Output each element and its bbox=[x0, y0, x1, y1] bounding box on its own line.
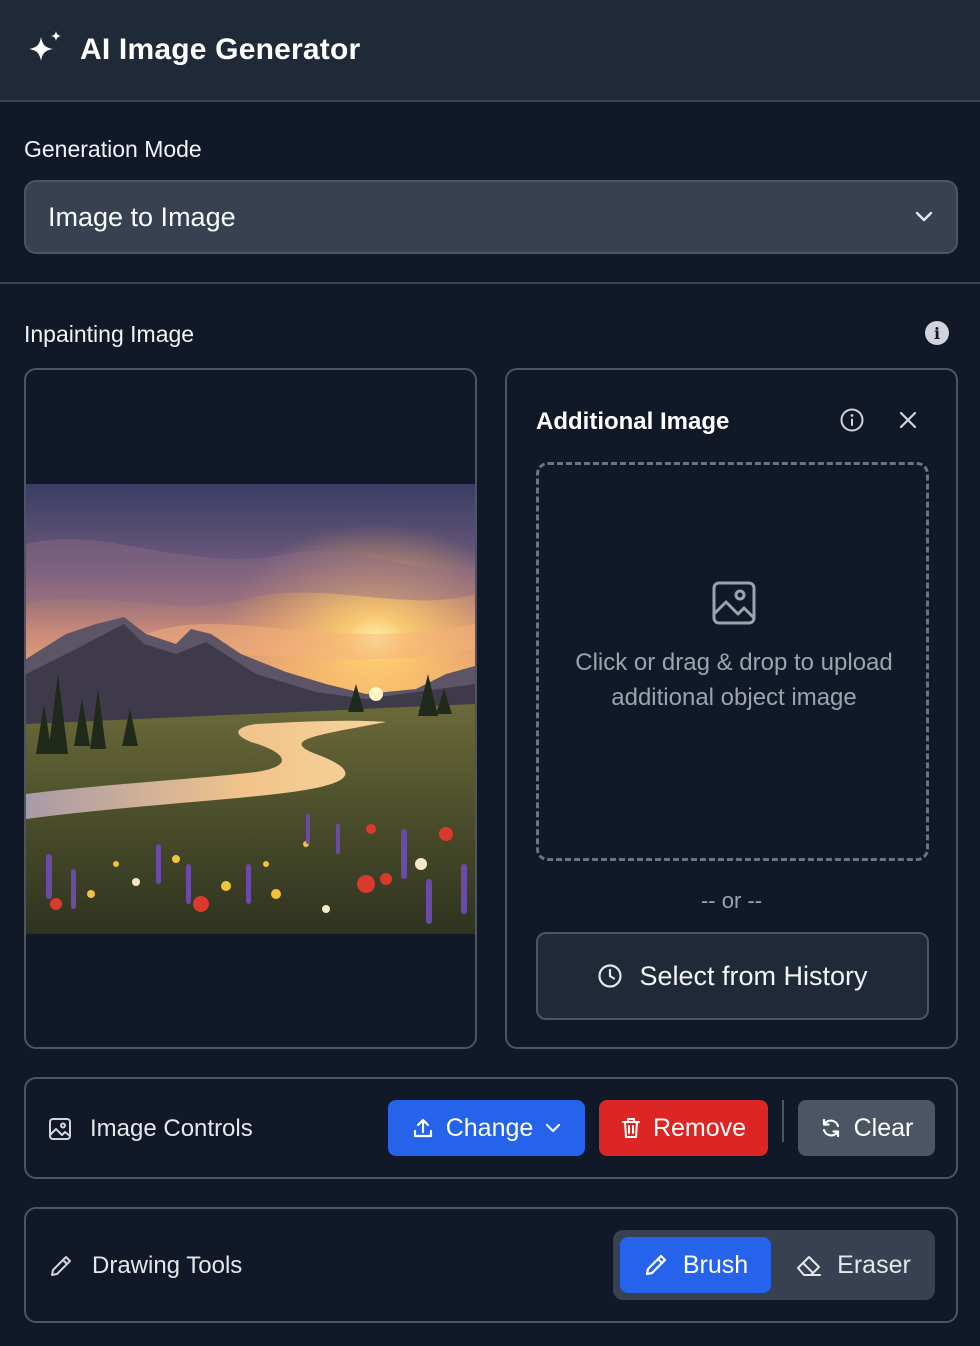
select-from-history-button[interactable]: Select from History bbox=[536, 932, 929, 1020]
remove-label: Remove bbox=[652, 1113, 747, 1142]
clear-button[interactable]: Clear bbox=[798, 1100, 935, 1156]
additional-image-dropzone[interactable]: Click or drag & drop to upload additiona… bbox=[536, 462, 929, 861]
image-icon bbox=[49, 1118, 71, 1140]
clear-label: Clear bbox=[853, 1113, 914, 1142]
eraser-tool-button[interactable]: Eraser bbox=[779, 1237, 927, 1293]
section-divider bbox=[0, 282, 980, 284]
dropzone-instructions: Click or drag & drop to upload additiona… bbox=[575, 649, 893, 711]
pencil-icon bbox=[51, 1256, 71, 1276]
close-icon[interactable] bbox=[895, 407, 921, 433]
app-title: AI Image Generator bbox=[80, 33, 361, 66]
change-label: Change bbox=[445, 1113, 534, 1142]
drawing-tools-heading: Drawing Tools bbox=[48, 1252, 242, 1280]
clock-icon bbox=[598, 964, 623, 988]
drawing-tools-bar: Drawing Tools Brush Eraser bbox=[24, 1207, 958, 1323]
tool-toggle-group: Brush Eraser bbox=[613, 1230, 935, 1300]
change-image-button[interactable]: Change bbox=[388, 1100, 585, 1156]
image-controls-heading: Image Controls bbox=[48, 1115, 253, 1143]
image-controls-bar: Image Controls Change Remove Clear bbox=[24, 1077, 958, 1179]
chevron-down-icon bbox=[915, 211, 933, 222]
brush-tool-button[interactable]: Brush bbox=[620, 1237, 771, 1293]
brush-label: Brush bbox=[682, 1250, 749, 1279]
landscape-image bbox=[26, 484, 475, 934]
refresh-icon bbox=[822, 1118, 839, 1138]
remove-image-button[interactable]: Remove bbox=[599, 1100, 768, 1156]
drawing-tools-label: Drawing Tools bbox=[92, 1252, 243, 1279]
inpainting-image-label: Inpainting Image bbox=[24, 321, 195, 347]
select-from-history-label: Select from History bbox=[639, 960, 868, 991]
image-controls-label: Image Controls bbox=[90, 1115, 253, 1142]
info-circle-icon[interactable] bbox=[839, 407, 865, 433]
sparkles-icon bbox=[29, 31, 61, 61]
or-separator: -- or -- bbox=[700, 888, 763, 913]
button-separator bbox=[782, 1100, 784, 1142]
info-icon[interactable]: i bbox=[925, 321, 949, 345]
additional-image-panel: Additional Image Click or drag & drop to… bbox=[505, 368, 958, 1049]
image-placeholder-icon bbox=[712, 581, 756, 625]
pencil-icon bbox=[645, 1254, 666, 1276]
eraser-label: Eraser bbox=[837, 1250, 911, 1279]
additional-image-title: Additional Image bbox=[536, 408, 730, 435]
inpainting-image-panel[interactable] bbox=[24, 368, 477, 1049]
generation-mode-label: Generation Mode bbox=[24, 136, 202, 162]
upload-icon bbox=[413, 1118, 432, 1138]
trash-icon bbox=[621, 1118, 640, 1138]
generation-mode-select[interactable]: Image to Image bbox=[24, 180, 958, 254]
generation-mode-value: Image to Image bbox=[48, 201, 236, 232]
chevron-down-icon bbox=[546, 1123, 561, 1133]
app-header: AI Image Generator bbox=[0, 0, 980, 102]
eraser-icon bbox=[797, 1256, 822, 1276]
